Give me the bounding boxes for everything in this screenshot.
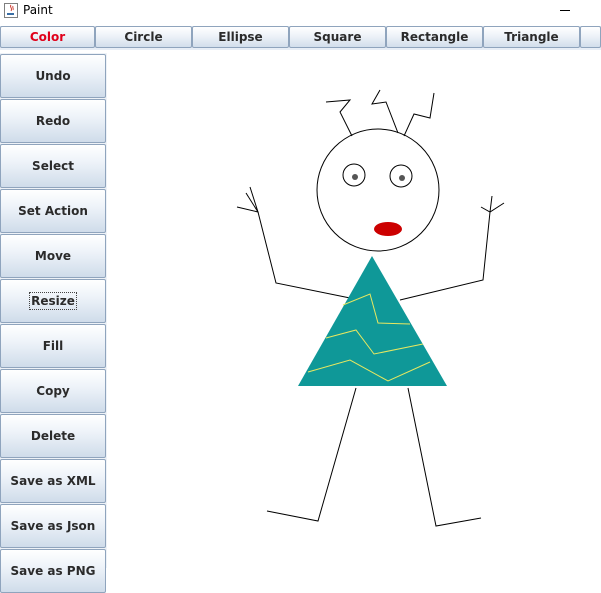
fill-button[interactable]: Fill (0, 324, 106, 368)
ellipse-button[interactable]: Ellipse (192, 26, 289, 48)
action-panel: Undo Redo Select Set Action Move Resize … (0, 53, 107, 593)
rectangle-button-label: Rectangle (400, 30, 469, 44)
save-png-button-label: Save as PNG (10, 564, 96, 578)
dress-triangle (298, 256, 447, 386)
redo-button-label: Redo (35, 114, 71, 128)
triangle-button-label: Triangle (504, 30, 559, 44)
copy-button[interactable]: Copy (0, 369, 106, 413)
right-hand-fingers (480, 202, 505, 213)
delete-button-label: Delete (30, 429, 76, 443)
redo-button[interactable]: Redo (0, 99, 106, 143)
fill-button-label: Fill (42, 339, 64, 353)
set-action-button[interactable]: Set Action (0, 189, 106, 233)
hair-strand-left (325, 99, 353, 137)
color-button[interactable]: Color (0, 26, 95, 48)
move-button[interactable]: Move (0, 234, 106, 278)
hair-strand-right (403, 92, 435, 137)
square-button[interactable]: Square (289, 26, 386, 48)
save-xml-button[interactable]: Save as XML (0, 459, 106, 503)
drawing-canvas[interactable] (107, 53, 601, 568)
set-action-button-label: Set Action (18, 204, 88, 218)
save-json-button-label: Save as Json (10, 519, 96, 533)
undo-button-label: Undo (35, 69, 71, 83)
select-button[interactable]: Select (0, 144, 106, 188)
move-button-label: Move (34, 249, 72, 263)
resize-button[interactable]: Resize (0, 279, 106, 323)
triangle-button[interactable]: Triangle (483, 26, 580, 48)
title-bar: Paint (0, 0, 601, 24)
left-hand-fingers (236, 186, 259, 213)
undo-button[interactable]: Undo (0, 54, 106, 98)
resize-button-label: Resize (29, 292, 77, 310)
hair-strand-middle (371, 89, 399, 134)
rectangle-button[interactable]: Rectangle (386, 26, 483, 48)
left-arm (257, 211, 351, 299)
right-arm (399, 211, 491, 301)
save-json-button[interactable]: Save as Json (0, 504, 106, 548)
delete-button[interactable]: Delete (0, 414, 106, 458)
minimize-button[interactable] (555, 0, 575, 20)
java-cup-icon (4, 3, 18, 18)
window-title: Paint (23, 3, 53, 17)
circle-button-label: Circle (124, 30, 163, 44)
canvas-drawing (236, 89, 505, 527)
right-pupil (399, 175, 405, 181)
left-leg (266, 387, 357, 522)
save-xml-button-label: Save as XML (10, 474, 96, 488)
mouth-ellipse (374, 222, 402, 236)
ellipse-button-label: Ellipse (218, 30, 263, 44)
select-button-label: Select (32, 159, 74, 173)
color-button-label: Color (29, 30, 66, 44)
shape-toolbar: Color Circle Ellipse Square Rectangle Tr… (0, 26, 601, 50)
toolbar-overflow-button[interactable] (580, 26, 601, 48)
copy-button-label: Copy (36, 384, 70, 398)
square-button-label: Square (313, 30, 362, 44)
left-pupil (352, 174, 358, 180)
right-leg (407, 387, 482, 527)
save-png-button[interactable]: Save as PNG (0, 549, 106, 593)
circle-button[interactable]: Circle (95, 26, 192, 48)
right-hand-finger (489, 195, 493, 213)
